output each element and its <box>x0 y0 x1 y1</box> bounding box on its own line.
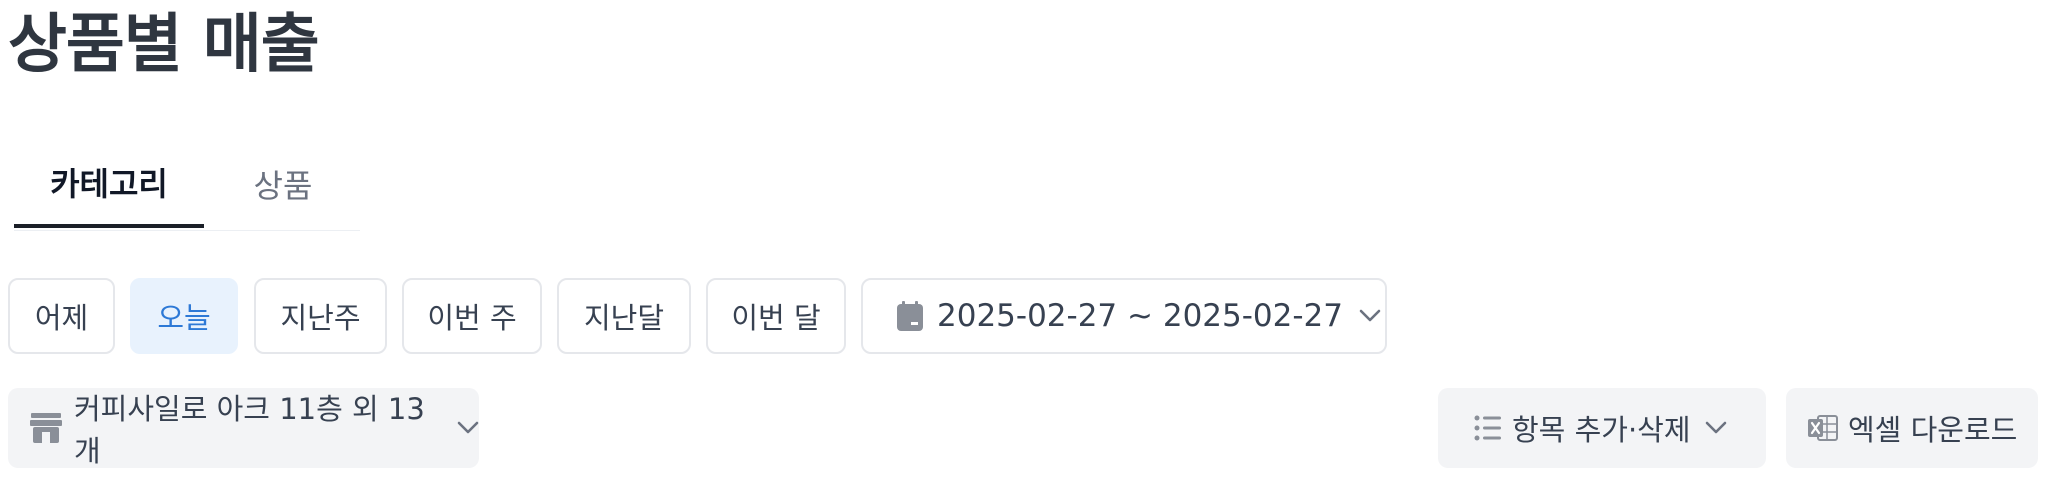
date-range-text: 2025-02-27 ~ 2025-02-27 <box>937 298 1343 334</box>
range-this-month-button[interactable]: 이번 달 <box>706 278 846 354</box>
date-range-picker[interactable]: 2025-02-27 ~ 2025-02-27 <box>861 278 1387 354</box>
tab-bar: 카테고리 상품 <box>14 140 360 231</box>
range-today-button[interactable]: 오늘 <box>130 278 238 354</box>
chevron-down-icon <box>457 421 479 435</box>
tab-product[interactable]: 상품 <box>208 140 358 228</box>
excel-icon <box>1808 415 1838 441</box>
excel-download-label: 엑셀 다운로드 <box>1848 413 2018 447</box>
list-icon <box>1474 415 1502 441</box>
range-yesterday-button[interactable]: 어제 <box>8 278 115 354</box>
column-toggle-label: 항목 추가·삭제 <box>1512 413 1691 447</box>
calendar-icon <box>897 301 923 331</box>
range-last-week-button[interactable]: 지난주 <box>254 278 387 354</box>
range-last-month-button[interactable]: 지난달 <box>557 278 691 354</box>
store-filter-dropdown[interactable]: 커피사일로 아크 11층 외 13개 <box>8 388 479 468</box>
store-filter-label: 커피사일로 아크 11층 외 13개 <box>74 392 425 468</box>
tab-category[interactable]: 카테고리 <box>14 140 204 228</box>
page-title: 상품별 매출 <box>8 8 320 82</box>
chevron-down-icon <box>1705 421 1727 435</box>
store-icon <box>30 413 62 443</box>
excel-download-button[interactable]: 엑셀 다운로드 <box>1786 388 2038 468</box>
range-this-week-button[interactable]: 이번 주 <box>402 278 542 354</box>
column-toggle-dropdown[interactable]: 항목 추가·삭제 <box>1438 388 1766 468</box>
chevron-down-icon <box>1359 309 1381 323</box>
